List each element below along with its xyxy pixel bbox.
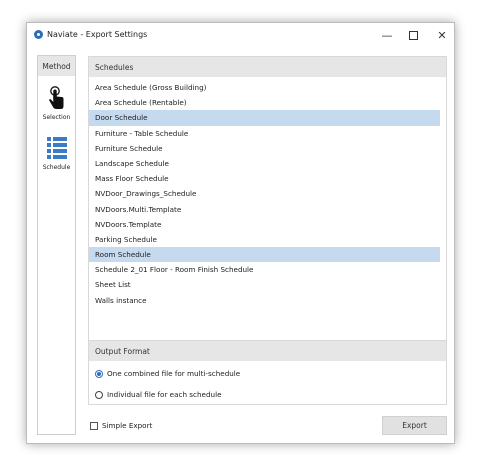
simple-export-checkbox[interactable] bbox=[90, 421, 98, 430]
schedule-list-item[interactable]: Area Schedule (Rentable) bbox=[89, 95, 440, 110]
schedule-list-item[interactable]: Furniture Schedule bbox=[89, 141, 440, 156]
maximize-icon bbox=[408, 30, 418, 40]
radio-combined-label: One combined file for multi-schedule bbox=[107, 369, 241, 378]
schedule-list-item[interactable]: Door Schedule bbox=[89, 110, 440, 126]
touch-hand-icon bbox=[47, 86, 67, 112]
schedule-list-item[interactable]: NVDoor_Drawings_Schedule bbox=[89, 186, 440, 201]
simple-export-option[interactable]: Simple Export bbox=[90, 421, 152, 430]
output-format-header: Output Format bbox=[89, 341, 446, 361]
method-schedule[interactable]: Schedule bbox=[38, 136, 75, 171]
method-selection-label: Selection bbox=[42, 114, 71, 121]
schedule-list-item[interactable]: Schedule 2_01 Floor - Room Finish Schedu… bbox=[89, 262, 440, 277]
schedules-header: Schedules bbox=[89, 57, 446, 77]
schedule-list-item[interactable]: Sheet List bbox=[89, 277, 440, 292]
schedule-list-item[interactable]: Area Schedule (Gross Building) bbox=[89, 80, 440, 95]
schedule-list-item[interactable]: NVDoors.Template bbox=[89, 217, 440, 232]
schedule-list-item[interactable]: Landscape Schedule bbox=[89, 156, 440, 171]
radio-button-checked[interactable] bbox=[95, 369, 103, 378]
simple-export-label: Simple Export bbox=[102, 421, 153, 430]
schedule-list-item[interactable]: Furniture - Table Schedule bbox=[89, 126, 440, 141]
schedules-panel: Schedules Area Schedule (Gross Building)… bbox=[88, 56, 447, 341]
naviate-app-icon bbox=[34, 30, 43, 39]
method-selection[interactable]: Selection bbox=[38, 86, 75, 121]
method-panel: Method Selection Schedule bbox=[37, 55, 76, 435]
title-bar: Naviate - Export Settings — ✕ bbox=[27, 23, 454, 47]
output-format-panel: Output Format One combined file for mult… bbox=[88, 341, 447, 405]
schedule-list-item[interactable]: Room Schedule bbox=[89, 247, 440, 263]
radio-individual-file[interactable]: Individual file for each schedule bbox=[95, 390, 222, 399]
schedule-list-item[interactable]: Walls instance bbox=[89, 293, 440, 308]
radio-button-unchecked[interactable] bbox=[95, 390, 103, 399]
list-icon bbox=[46, 137, 68, 162]
method-header: Method bbox=[38, 56, 75, 76]
schedule-list: Area Schedule (Gross Building) Area Sched… bbox=[89, 80, 446, 308]
maximize-button[interactable] bbox=[402, 26, 424, 44]
export-settings-window: Naviate - Export Settings — ✕ Method Sel… bbox=[26, 22, 455, 444]
export-button[interactable]: Export bbox=[382, 416, 447, 435]
schedule-list-item[interactable]: NVDoors.Multi.Template bbox=[89, 202, 440, 217]
method-schedule-label: Schedule bbox=[42, 164, 71, 171]
schedule-list-item[interactable]: Mass Floor Schedule bbox=[89, 171, 440, 186]
minimize-button[interactable]: — bbox=[376, 26, 398, 44]
schedule-list-item[interactable]: Parking Schedule bbox=[89, 232, 440, 247]
close-button[interactable]: ✕ bbox=[431, 26, 453, 44]
radio-combined-file[interactable]: One combined file for multi-schedule bbox=[95, 369, 240, 378]
window-title: Naviate - Export Settings bbox=[47, 30, 148, 39]
radio-individual-label: Individual file for each schedule bbox=[107, 390, 222, 399]
